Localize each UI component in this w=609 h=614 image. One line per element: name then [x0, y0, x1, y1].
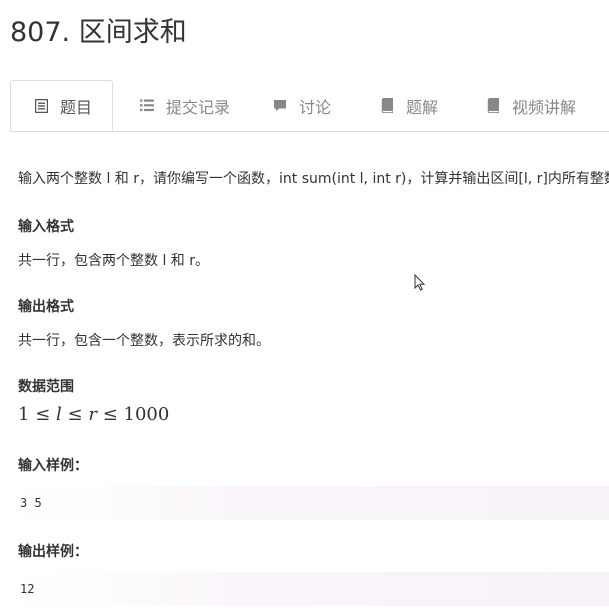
list-icon [140, 99, 154, 113]
range-var-l: l [56, 404, 62, 425]
problem-title: 807. 区间求和 [10, 17, 187, 48]
book-icon [380, 98, 394, 113]
tab-label: 提交记录 [166, 97, 231, 117]
data-range-heading: 数据范围 [18, 379, 74, 395]
range-var-r: r [88, 404, 97, 425]
leq-symbol: ≤ [102, 404, 118, 425]
tab-bar: 题目 提交记录 讨论 题解 视频讲解 [10, 80, 609, 132]
sample-input-block: 3 5 [10, 486, 609, 520]
data-range-formula: 1 ≤ l ≤ r ≤ 1000 [18, 404, 169, 425]
leq-symbol: ≤ [67, 404, 83, 425]
sample-output-value: 12 [20, 582, 35, 596]
tab-label: 题解 [406, 97, 439, 117]
mouse-cursor-icon [414, 273, 426, 295]
output-format-text: 共一行，包含一个整数，表示所求的和。 [18, 333, 270, 349]
sample-output-block: 12 [10, 572, 609, 606]
tab-label: 视频讲解 [512, 97, 577, 117]
tab-label: 讨论 [299, 97, 332, 117]
tab-problem[interactable]: 题目 [10, 80, 113, 131]
tab-submissions[interactable]: 提交记录 [140, 80, 230, 131]
input-format-heading: 输入格式 [18, 219, 74, 235]
sample-output-heading: 输出样例： [18, 544, 88, 560]
input-format-text: 共一行，包含两个整数 l 和 r。 [18, 253, 209, 269]
book-icon [486, 98, 500, 113]
tab-video[interactable]: 视频讲解 [486, 80, 576, 131]
problem-description: 输入两个整数 l 和 r，请你编写一个函数，int sum(int l, int… [18, 171, 609, 187]
problem-page: 807. 区间求和 题目 提交记录 讨论 题解 视频讲解 输入两个整数 l 和 … [0, 0, 609, 614]
tab-label: 题目 [60, 97, 93, 117]
range-lower: 1 [18, 404, 30, 425]
sample-input-value: 3 5 [20, 496, 42, 510]
comment-icon [273, 99, 287, 113]
output-format-heading: 输出格式 [18, 299, 74, 315]
tab-solutions[interactable]: 题解 [380, 80, 438, 131]
sample-input-heading: 输入样例： [18, 458, 88, 474]
range-upper: 1000 [123, 404, 170, 425]
doc-icon [35, 98, 48, 113]
leq-symbol: ≤ [35, 404, 51, 425]
tab-discussion[interactable]: 讨论 [273, 80, 331, 131]
